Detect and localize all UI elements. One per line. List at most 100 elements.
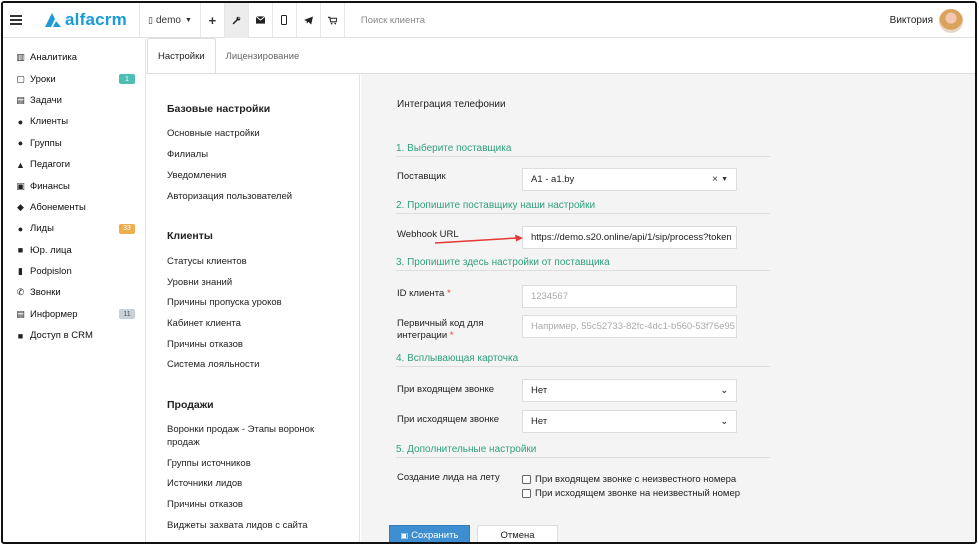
- sidebar-item-9[interactable]: ● Лиды 33: [3, 218, 145, 239]
- cart-button[interactable]: [321, 3, 345, 38]
- sidebar-item-8[interactable]: ◆ Абонементы: [3, 197, 145, 218]
- sidebar-item-label: Аналитика: [30, 52, 78, 64]
- tab-licensing[interactable]: Лицензирование: [216, 39, 310, 73]
- menu-link[interactable]: Кабинет клиента: [167, 318, 337, 331]
- section-provider-settings: 3. Пропишите здесь настройки от поставщи…: [396, 257, 770, 271]
- save-button[interactable]: ▣ Сохранить: [389, 525, 470, 542]
- users-icon: ●: [17, 138, 24, 149]
- outgoing-select[interactable]: Нет ⌄: [522, 410, 737, 433]
- sidebar-item-12[interactable]: ✆ Звонки: [3, 282, 145, 303]
- section-additional: 5. Дополнительные настройки: [396, 444, 770, 458]
- settings-menu: Базовые настройки Основные настройки Филиа…: [146, 74, 360, 542]
- incoming-select[interactable]: Нет ⌄: [522, 379, 737, 402]
- menu-link[interactable]: Виджеты захвата лидов с сайта: [167, 520, 337, 533]
- menu-link[interactable]: Статусы клиентов: [167, 256, 337, 269]
- telegram-button[interactable]: [297, 3, 321, 38]
- section-popup-card: 4. Всплывающая карточка: [396, 353, 770, 367]
- mail-button[interactable]: [249, 3, 273, 38]
- sidebar-item-5[interactable]: ● Группы: [3, 133, 145, 154]
- webhook-url-field[interactable]: https://demo.s20.online/api/1/sip/proces…: [522, 226, 737, 249]
- outgoing-value: Нет: [531, 416, 548, 427]
- sidebar-item-label: Финансы: [30, 180, 70, 192]
- sidebar-item-14[interactable]: ■ Доступ в CRM: [3, 325, 145, 346]
- sidebar-item-2[interactable]: ▢ Уроки 1: [3, 68, 145, 89]
- count-badge: 33: [119, 223, 135, 234]
- mobile-icon: [281, 15, 288, 25]
- client-id-input[interactable]: 1234567: [522, 285, 737, 308]
- leads-icon: ●: [17, 223, 24, 234]
- clear-icon[interactable]: ×: [712, 174, 718, 185]
- building-icon: ▯: [148, 14, 153, 25]
- primary-code-input[interactable]: Например, 55c52733-82fc-4dc1-b560-53f76e…: [522, 315, 737, 338]
- menu-link[interactable]: Группы источников: [167, 458, 337, 471]
- menu-link[interactable]: Причины отказов: [167, 499, 337, 512]
- menu-link[interactable]: Причины пропуска уроков: [167, 297, 337, 310]
- checkbox-incoming-unknown[interactable]: При входящем звонке с неизвестного номер…: [522, 474, 736, 485]
- menu-link[interactable]: Виджет формы записи клиента: [167, 541, 337, 542]
- settings-button[interactable]: [224, 3, 249, 38]
- plus-icon: +: [208, 12, 217, 28]
- menu-link[interactable]: Филиалы: [167, 149, 337, 162]
- user-name: Виктория: [889, 15, 933, 26]
- cart-icon: [327, 16, 337, 24]
- search-input[interactable]: Поиск клиента: [361, 15, 741, 26]
- menu-link[interactable]: Воронки продаж - Этапы воронок продаж: [167, 424, 337, 449]
- top-bar: alfacrm ▯ demo ▼ + Поиск клиента Виктори…: [3, 3, 975, 38]
- add-button[interactable]: +: [201, 3, 225, 38]
- tab-bar: Настройки Лицензирование: [146, 38, 310, 73]
- menu-link[interactable]: Уровни знаний: [167, 277, 337, 290]
- chevron-down-icon: ⌄: [720, 416, 728, 426]
- checkbox[interactable]: [522, 475, 531, 484]
- checkbox-outgoing-unknown[interactable]: При исходящем звонке на неизвестный номе…: [522, 488, 740, 499]
- incoming-label: При входящем звонке: [397, 384, 495, 395]
- save-icon: ▣: [400, 531, 409, 540]
- sidebar-item-4[interactable]: ● Клиенты: [3, 111, 145, 132]
- settings-panel: Интеграция телефонии 1. Выберите поставщ…: [361, 74, 975, 542]
- incoming-value: Нет: [531, 385, 548, 396]
- menu-section-title: Клиенты: [167, 230, 213, 242]
- menu-link[interactable]: Основные настройки: [167, 128, 337, 141]
- sidebar-item-3[interactable]: ▤ Задачи: [3, 90, 145, 111]
- telegram-icon: [303, 15, 313, 25]
- sidebar-item-7[interactable]: ▣ Финансы: [3, 175, 145, 196]
- logo-icon: [45, 13, 61, 27]
- annotation-arrow: [435, 234, 523, 244]
- menu-link[interactable]: Источники лидов: [167, 478, 337, 491]
- sidebar-item-6[interactable]: ▲ Педагоги: [3, 154, 145, 175]
- provider-label: Поставщик: [397, 171, 446, 182]
- page-title: Интеграция телефонии: [397, 99, 506, 110]
- sidebar-item-label: Задачи: [30, 94, 62, 106]
- sidebar-item-label: Группы: [30, 137, 62, 149]
- mobile-button[interactable]: [273, 3, 297, 38]
- caret-down-icon: ▼: [184, 16, 192, 24]
- briefcase-icon: ■: [17, 245, 24, 256]
- menu-link[interactable]: Причины отказов: [167, 339, 337, 352]
- sidebar-item-label: Доступ в CRM: [30, 330, 93, 342]
- menu-link[interactable]: Уведомления: [167, 170, 337, 183]
- sidebar-item-1[interactable]: ▥ Аналитика: [3, 47, 145, 68]
- user-menu[interactable]: Виктория: [890, 3, 975, 38]
- wrench-icon: [232, 16, 241, 24]
- logo[interactable]: alfacrm: [43, 10, 139, 30]
- provider-select[interactable]: А1 - a1.by × ▼: [522, 168, 737, 191]
- menu-link[interactable]: Система лояльности: [167, 359, 337, 372]
- checkbox[interactable]: [522, 489, 531, 498]
- logo-text: alfacrm: [65, 10, 127, 29]
- sidebar-item-10[interactable]: ■ Юр. лица: [3, 240, 145, 261]
- app-window: alfacrm ▯ demo ▼ + Поиск клиента Виктори…: [1, 1, 977, 544]
- section-our-settings: 2. Пропишите поставщику наши настройки: [396, 200, 770, 214]
- branch-select[interactable]: ▯ demo ▼: [140, 3, 201, 38]
- tab-settings[interactable]: Настройки: [147, 38, 216, 73]
- menu-section-title: Базовые настройки: [167, 103, 271, 115]
- section-provider: 1. Выберите поставщика: [396, 143, 770, 157]
- menu-link[interactable]: Авторизация пользователей: [167, 191, 337, 204]
- count-badge: 11: [119, 309, 135, 320]
- menu-icon[interactable]: [3, 3, 29, 38]
- cancel-button[interactable]: Отмена: [477, 525, 558, 542]
- sidebar: ▥ Аналитика ▢ Уроки 1 ▤ Задачи ● Клиенты ● Группы ▲…: [3, 39, 146, 542]
- sidebar-item-13[interactable]: ▤ Информер 11: [3, 304, 145, 325]
- sidebar-item-11[interactable]: ▮ Podpislon: [3, 261, 145, 282]
- file-icon: ▮: [18, 266, 23, 277]
- informer-icon: ▤: [16, 308, 25, 319]
- sidebar-item-label: Лиды: [30, 223, 54, 235]
